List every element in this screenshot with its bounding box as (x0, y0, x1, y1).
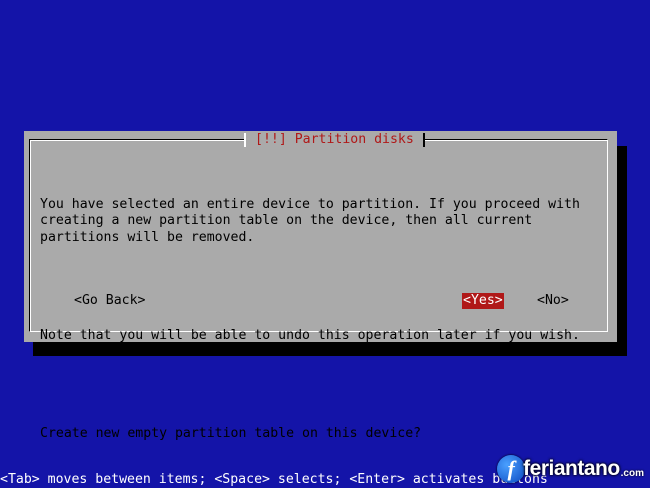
dialog-buttons: <Go Back> <Yes> <No> (24, 293, 617, 309)
no-button[interactable]: <No> (536, 293, 570, 309)
dialog-paragraph-undo-note: Note that you will be able to undo this … (40, 328, 580, 344)
watermark: f feriantano .com (497, 455, 644, 483)
dialog-title-bar: [!!] Partition disks (244, 132, 425, 148)
dialog-title: [!!] Partition disks (255, 132, 414, 147)
dialog-body: You have selected an entire device to pa… (40, 164, 600, 476)
partition-dialog: [!!] Partition disks You have selected a… (24, 131, 617, 441)
watermark-text: feriantano (523, 457, 620, 480)
dialog-paragraph-warning: You have selected an entire device to pa… (40, 196, 580, 245)
title-right-edge (422, 133, 425, 147)
status-help-line: <Tab> moves between items; <Space> selec… (0, 472, 548, 487)
go-back-button[interactable]: <Go Back> (73, 293, 146, 309)
yes-button[interactable]: <Yes> (462, 293, 504, 309)
installer-screen: [!!] Partition disks You have selected a… (0, 0, 650, 488)
dialog-question: Create new empty partition table on this… (40, 426, 422, 442)
watermark-suffix: .com (620, 468, 644, 479)
watermark-logo-icon: f (497, 455, 526, 483)
